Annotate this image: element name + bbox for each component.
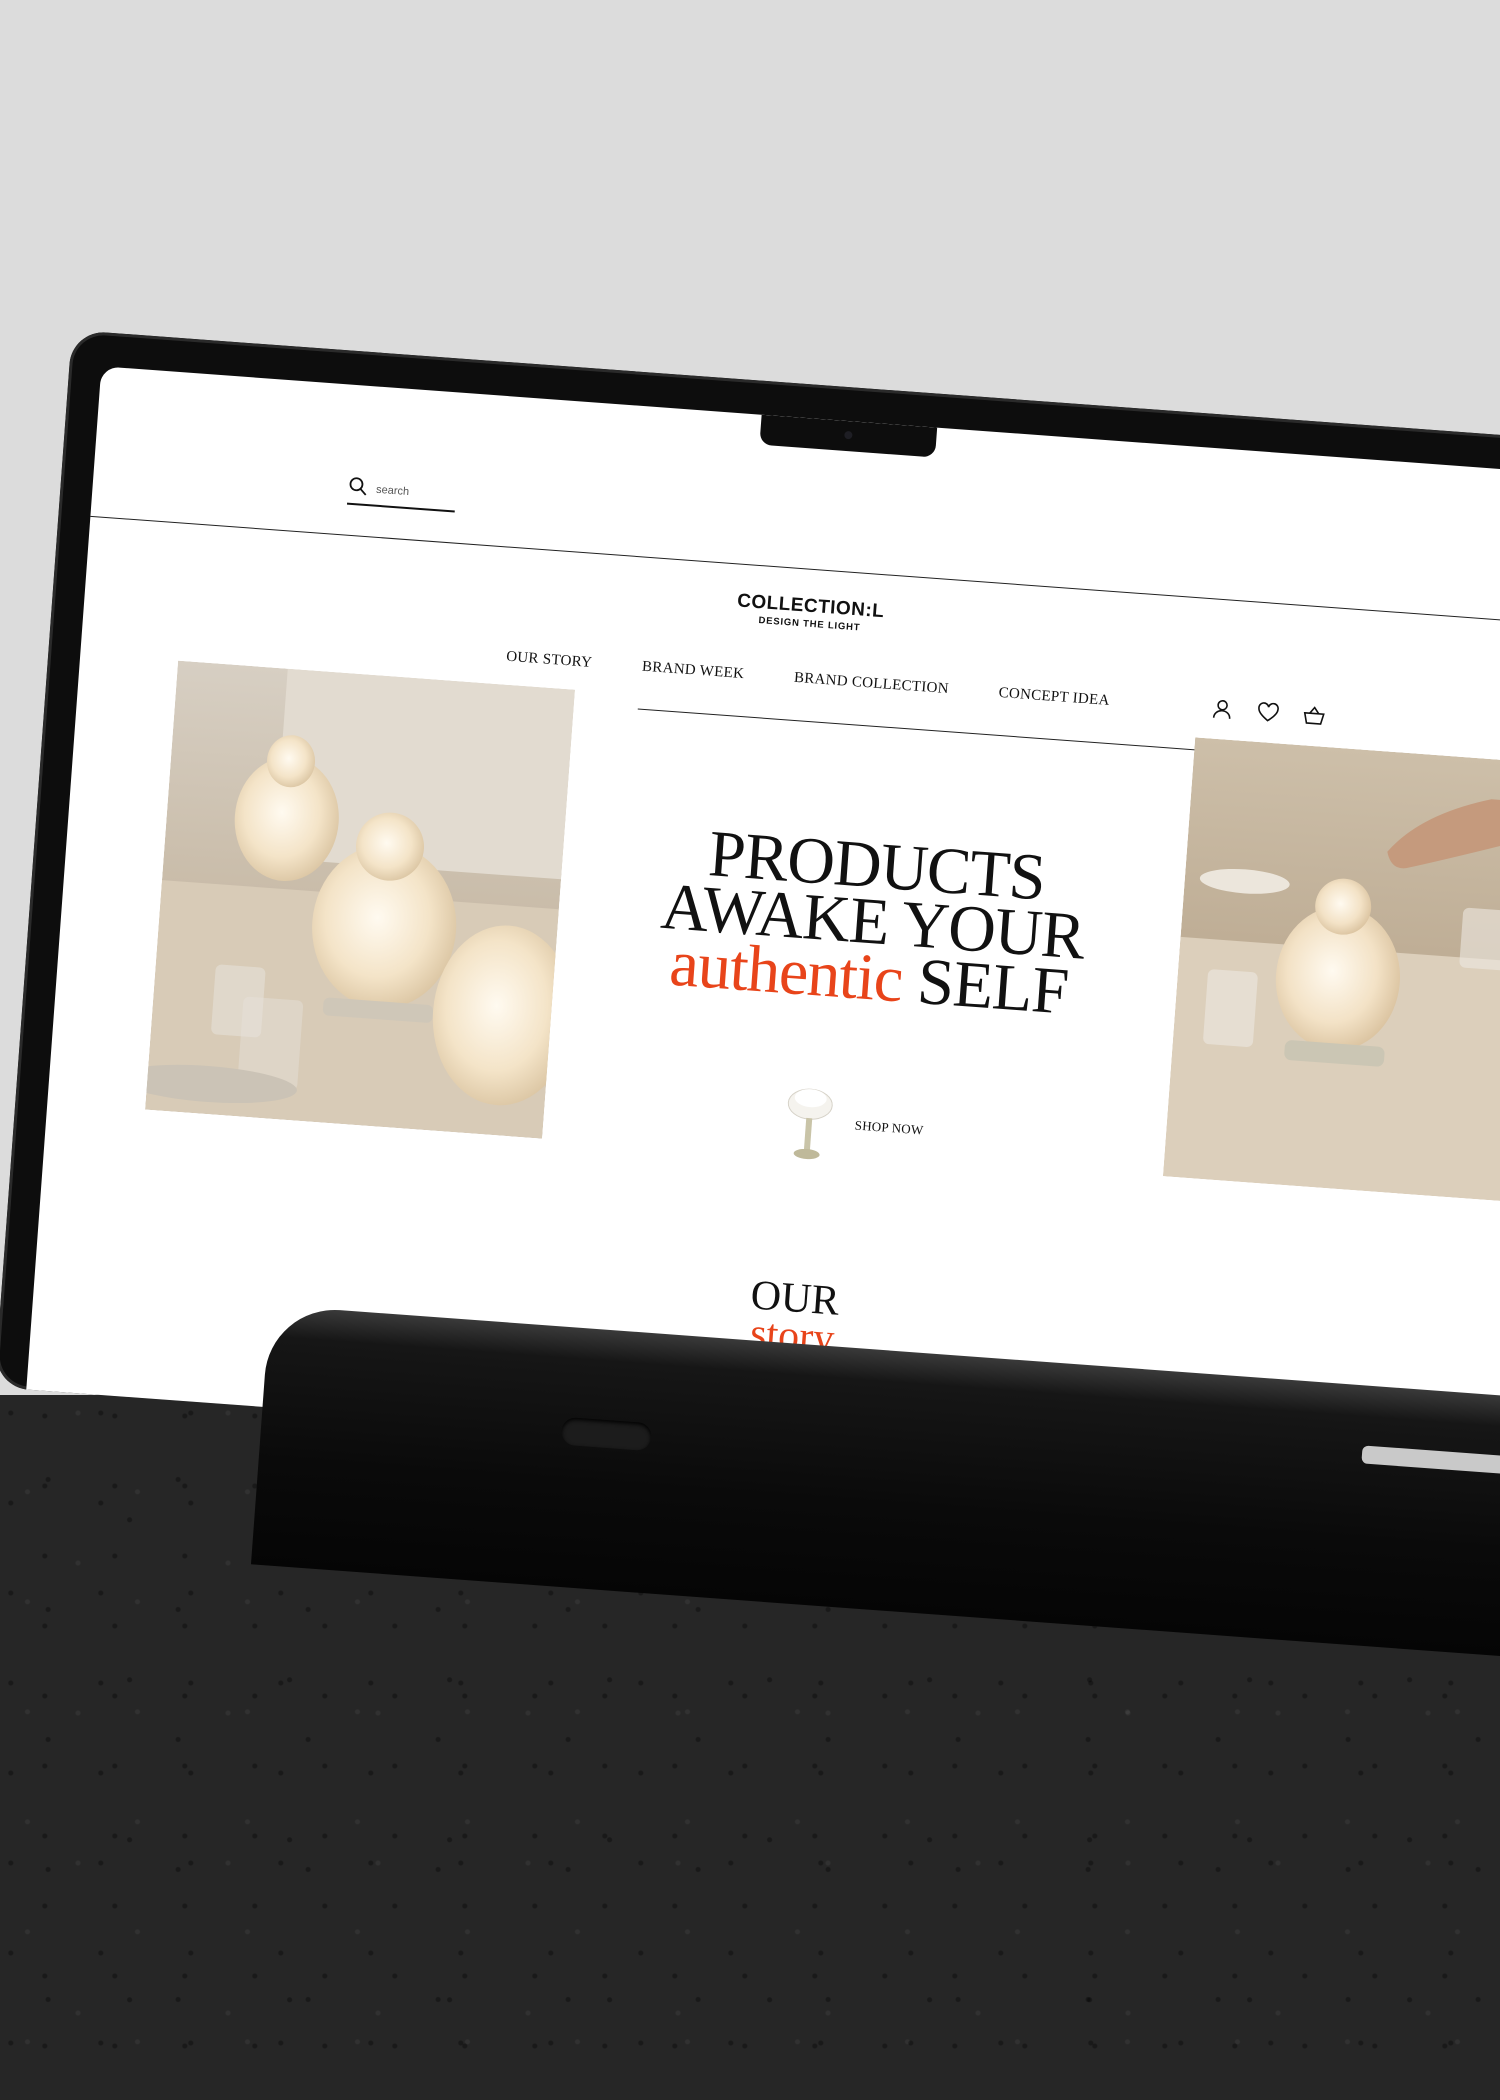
camera-notch (759, 414, 938, 458)
mockup-scene: COLLECTION:L DESIGN THE LIGHT OUR STORY … (0, 0, 1500, 2100)
headline-line-3-end: SELF (915, 944, 1071, 1029)
basket-icon[interactable] (1300, 702, 1328, 730)
header-actions (1208, 695, 1328, 730)
search-bar[interactable] (346, 472, 458, 513)
search-input[interactable] (375, 483, 453, 502)
website-screen: COLLECTION:L DESIGN THE LIGHT OUR STORY … (26, 366, 1500, 1500)
nav-item-brand-week[interactable]: BRAND WEEK (641, 659, 744, 683)
headline-accent-word: authentic (667, 926, 905, 1017)
port-detail (1361, 1445, 1500, 1477)
nav-item-our-story[interactable]: OUR STORY (506, 649, 593, 672)
nav-item-brand-collection[interactable]: BRAND COLLECTION (793, 670, 949, 698)
heart-icon[interactable] (1254, 699, 1282, 727)
hero-photo-right (1162, 737, 1500, 1203)
hero-headline: PRODUCTS AWAKE YOUR authentic SELF (577, 817, 1168, 1029)
shop-now-link[interactable]: SHOP NOW (854, 1117, 924, 1138)
laptop-lid: COLLECTION:L DESIGN THE LIGHT OUR STORY … (0, 330, 1500, 1502)
camera-icon (844, 430, 853, 440)
nav-item-concept-idea[interactable]: CONCEPT IDEA (998, 685, 1110, 710)
main-nav: OUR STORY BRAND WEEK BRAND COLLECTION CO… (506, 649, 1111, 710)
brand-logo[interactable]: COLLECTION:L DESIGN THE LIGHT (724, 590, 896, 636)
hero-photo-left (145, 660, 575, 1139)
lamp-product-icon (778, 1078, 840, 1166)
user-icon[interactable] (1208, 695, 1236, 723)
search-icon[interactable] (347, 475, 377, 502)
hinge-detail (560, 1416, 653, 1452)
shop-now-cta[interactable]: SHOP NOW (778, 1078, 926, 1172)
